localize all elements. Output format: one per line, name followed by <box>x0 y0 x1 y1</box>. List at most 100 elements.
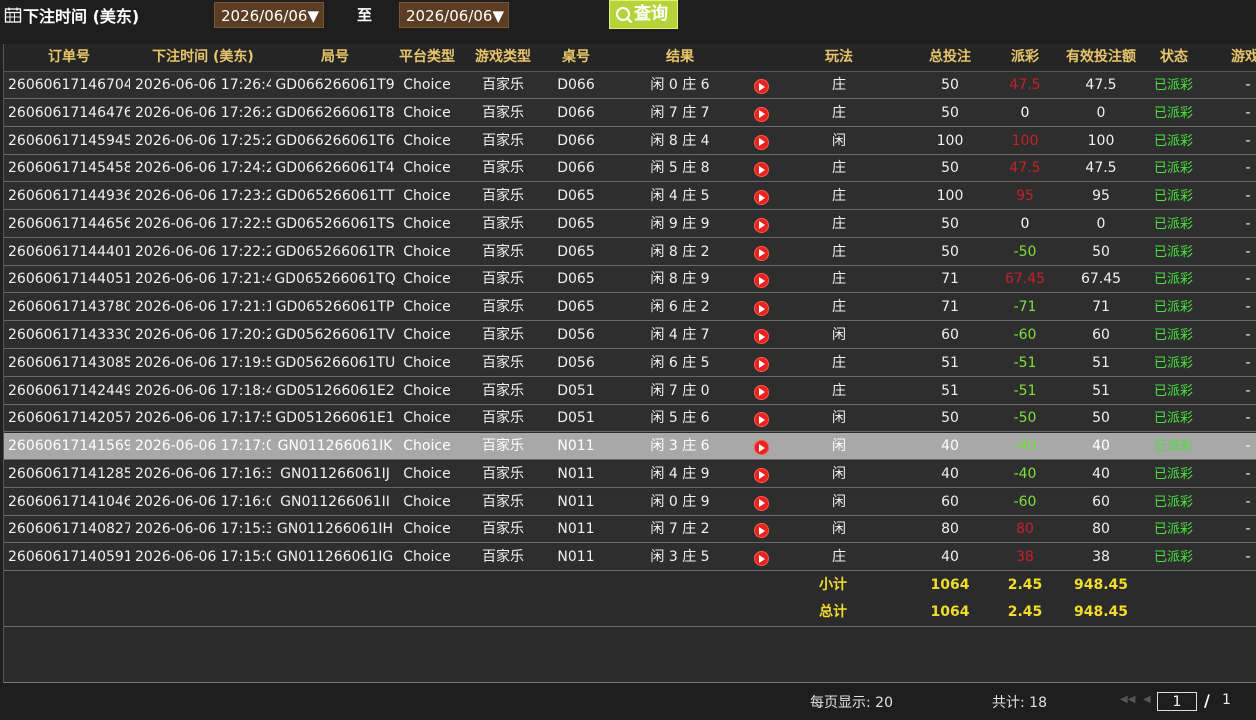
cell-game: 百家乐 <box>482 132 524 149</box>
table-row[interactable]: 260606171412854 2026-06-06 17:16:31 GN0112… <box>4 460 1256 488</box>
cell-game: 百家乐 <box>482 521 524 538</box>
cell-valid: 40 <box>1092 465 1110 482</box>
cell-table: D066 <box>557 77 595 93</box>
play-icon[interactable] <box>754 301 769 317</box>
cell-payout: -60 <box>1013 493 1037 510</box>
cell-game: 百家乐 <box>482 493 524 510</box>
cell-bet: 100 <box>936 188 964 205</box>
cell-round: GN011266061IG <box>276 549 394 566</box>
table-row[interactable]: 260606171433302 2026-06-06 17:20:25 GD0562… <box>4 322 1256 350</box>
table-row[interactable]: 260606171464760 2026-06-06 17:26:21 GD0662… <box>4 99 1256 127</box>
play-icon[interactable] <box>754 245 769 261</box>
cell-payout: 67.45 <box>1004 271 1046 288</box>
date-to-select[interactable]: 2026/06/06▼ <box>399 2 509 28</box>
table-row[interactable]: 260606171410467 2026-06-06 17:16:05 GN0112… <box>4 488 1256 516</box>
play-icon[interactable] <box>754 190 769 206</box>
cell-extra: - <box>1245 549 1251 566</box>
cell-payout: -40 <box>1013 465 1037 482</box>
cell-payout: 80 <box>1016 521 1034 538</box>
cell-valid: 100 <box>1087 132 1115 149</box>
first-page-icon[interactable]: ◀◀ <box>1120 694 1135 705</box>
table-row[interactable]: 260606171467048 2026-06-06 17:26:47 GD0662… <box>4 72 1256 99</box>
play-icon[interactable] <box>754 329 769 345</box>
play-icon[interactable] <box>754 551 769 567</box>
cell-platform: Choice <box>403 160 451 177</box>
cell-time: 2026-06-06 17:25:24 <box>135 132 271 149</box>
play-icon[interactable] <box>754 495 769 511</box>
cell-time: 2026-06-06 17:22:27 <box>135 243 271 260</box>
play-icon[interactable] <box>754 384 769 400</box>
play-icon[interactable] <box>754 440 769 456</box>
play-icon[interactable] <box>754 79 769 94</box>
cell-bet: 71 <box>941 271 959 288</box>
table-row[interactable]: 260606171440519 2026-06-06 17:21:47 GD0652… <box>4 266 1256 294</box>
cell-game: 百家乐 <box>482 438 524 455</box>
cell-table: N011 <box>557 438 595 455</box>
cell-bet: 40 <box>941 438 959 455</box>
cell-bet: 100 <box>936 132 964 149</box>
table-row[interactable]: 260606171405918 2026-06-06 17:15:07 GN0112… <box>4 544 1256 572</box>
pagination-bar: 每页显示: 20 共计: 18 ◀◀ ◀ 1 / 1 <box>0 683 1256 720</box>
cell-table: D051 <box>557 382 595 399</box>
table-row[interactable]: 260606171446560 2026-06-06 17:22:59 GD0652… <box>4 210 1256 238</box>
cell-extra: - <box>1245 271 1251 288</box>
cell-extra: - <box>1245 77 1251 93</box>
play-icon[interactable] <box>754 273 769 289</box>
cell-platform: Choice <box>403 521 451 538</box>
toolbar: 下注时间 (美东) 2026/06/06▼ 至 2026/06/06▼ 查询 <box>0 0 1256 44</box>
cell-status: 已派彩 <box>1154 161 1194 177</box>
subtotal-bet: 1064 <box>930 577 970 593</box>
table-row[interactable]: 260606171454586 2026-06-06 17:24:26 GD0662… <box>4 155 1256 183</box>
cell-table: D065 <box>557 271 595 288</box>
cell-game: 百家乐 <box>482 465 524 482</box>
play-icon[interactable] <box>754 467 769 483</box>
cell-play: 闲 <box>832 132 846 149</box>
cell-result: 闲 6 庄 2 <box>650 299 710 316</box>
cell-result: 闲 4 庄 9 <box>650 465 710 482</box>
cell-play: 庄 <box>832 188 846 205</box>
table-row-selected[interactable]: 260606171415691 2026-06-06 17:17:04 GN0112… <box>4 433 1256 461</box>
play-icon[interactable] <box>754 106 769 122</box>
total-label: 总计 <box>819 604 847 620</box>
cell-result: 闲 7 庄 2 <box>650 521 710 538</box>
table-row[interactable]: 260606171408272 2026-06-06 17:15:37 GN0112… <box>4 516 1256 544</box>
play-icon[interactable] <box>754 162 769 178</box>
play-icon[interactable] <box>754 217 769 233</box>
bet-time-label: 下注时间 (美东) <box>23 7 140 26</box>
cell-time: 2026-06-06 17:18:44 <box>135 382 271 399</box>
table-row[interactable]: 260606171459456 2026-06-06 17:25:24 GD0662… <box>4 127 1256 155</box>
cell-platform: Choice <box>403 215 451 232</box>
table-row[interactable]: 260606171449368 2026-06-06 17:23:27 GD0652… <box>4 183 1256 211</box>
column-header: 局号 <box>321 49 349 65</box>
table-row[interactable]: 260606171437805 2026-06-06 17:21:19 GD0652… <box>4 294 1256 322</box>
table-row[interactable]: 260606171430854 2026-06-06 17:19:58 GD0562… <box>4 349 1256 377</box>
cell-round: GD066266061T6 <box>275 132 395 149</box>
cell-bet: 50 <box>941 160 959 177</box>
prev-page-icon[interactable]: ◀ <box>1143 694 1151 705</box>
cell-time: 2026-06-06 17:26:21 <box>135 104 271 121</box>
cell-platform: Choice <box>403 493 451 510</box>
table-row[interactable]: 260606171444015 2026-06-06 17:22:27 GD0652… <box>4 238 1256 266</box>
table-row[interactable]: 260606171420572 2026-06-06 17:17:57 GD0512… <box>4 405 1256 433</box>
date-from-select[interactable]: 2026/06/06▼ <box>214 2 324 28</box>
query-button[interactable]: 查询 <box>609 0 678 29</box>
cell-table: D066 <box>557 104 595 121</box>
cell-status: 已派彩 <box>1154 439 1194 455</box>
page-number-input[interactable]: 1 <box>1157 692 1197 711</box>
subtotal-row: 小计 1064 2.45 948.45 <box>4 572 1256 600</box>
cell-game: 百家乐 <box>482 382 524 399</box>
play-icon[interactable] <box>754 523 769 539</box>
table-row[interactable]: 260606171424493 2026-06-06 17:18:44 GD0512… <box>4 377 1256 405</box>
play-icon[interactable] <box>754 412 769 428</box>
cell-play: 闲 <box>832 465 846 482</box>
cell-extra: - <box>1245 410 1251 427</box>
play-icon[interactable] <box>754 356 769 372</box>
cell-play: 闲 <box>832 521 846 538</box>
cell-status: 已派彩 <box>1154 494 1194 510</box>
play-icon[interactable] <box>754 134 769 150</box>
cell-valid: 80 <box>1092 521 1110 538</box>
cell-order: 260606171408272 <box>8 521 130 538</box>
cell-platform: Choice <box>403 465 451 482</box>
cell-valid: 0 <box>1096 215 1106 232</box>
cell-bet: 40 <box>941 465 959 482</box>
